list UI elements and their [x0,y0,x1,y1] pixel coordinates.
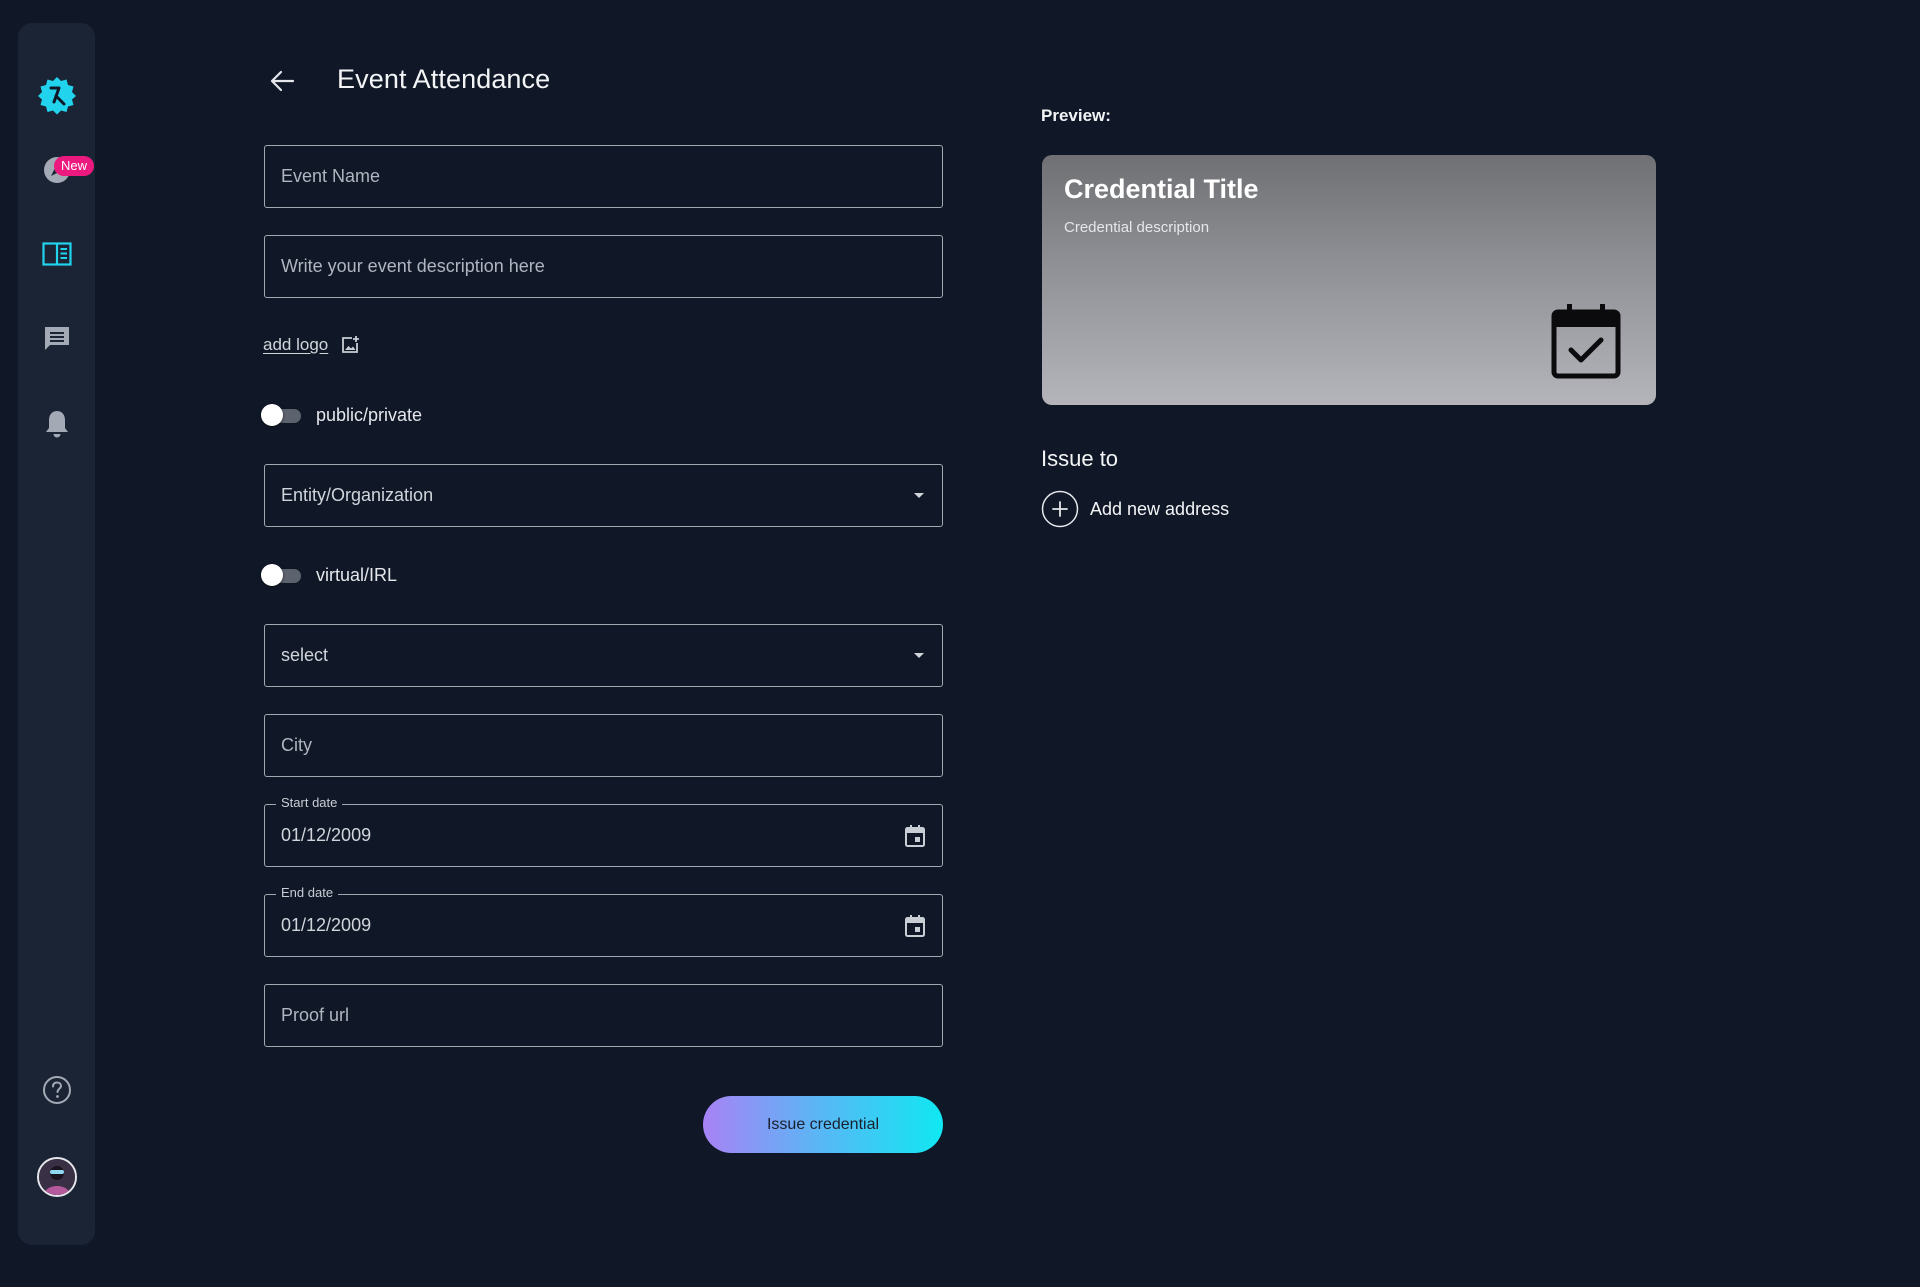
preview-label: Preview: [1041,106,1111,125]
avatar [36,1157,77,1197]
book-icon [41,242,72,266]
city-input[interactable] [281,735,926,756]
sidebar-item-messages[interactable] [18,309,95,369]
card-description: Credential description [1064,219,1210,236]
city-field[interactable] [264,714,943,777]
public-private-toggle[interactable] [261,404,303,426]
toggle-knob [261,564,283,586]
entity-select-value: Entity/Organization [281,485,434,505]
toggle-knob [261,404,283,426]
event-description-input[interactable] [281,256,926,277]
add-address-label: Add new address [1090,498,1230,519]
sidebar-logo[interactable] [18,65,95,125]
back-button[interactable] [263,62,301,100]
new-badge: New [54,156,95,176]
proof-url-field[interactable] [264,984,943,1047]
event-description-field[interactable] [264,235,943,298]
type-select-value: select [281,645,329,665]
add-logo-link[interactable]: add logo [263,335,328,355]
event-type-select[interactable]: select [264,624,943,687]
virtual-irl-toggle-row: virtual/IRL [261,564,397,586]
calendar-icon[interactable] [904,914,926,938]
sidebar-item-explore[interactable]: New [18,140,95,200]
start-date-value: 01/12/2009 [281,825,372,845]
plus-circle-icon [1041,490,1079,528]
public-private-toggle-row: public/private [261,404,422,426]
logo-badge-icon [37,77,76,115]
virtual-irl-toggle[interactable] [261,564,303,586]
calendar-check-icon [1551,304,1621,379]
add-logo[interactable]: add logo [263,335,360,355]
start-date-field[interactable]: Start date 01/12/2009 [264,795,943,867]
event-name-field[interactable] [264,145,943,208]
add-new-address[interactable]: Add new address [1041,490,1229,528]
chat-icon [44,327,69,350]
card-title: Credential Title [1064,174,1259,204]
sidebar-item-credentials[interactable] [18,224,95,284]
entity-organization-select[interactable]: Entity/Organization [264,464,943,527]
help-circle-icon [42,1076,71,1104]
event-name-input[interactable] [281,166,926,187]
chevron-down-icon [914,653,924,658]
virtual-irl-label: virtual/IRL [316,564,398,585]
sidebar-item-notifications[interactable] [18,394,95,454]
sidebar-item-help[interactable] [18,1060,95,1120]
end-date-value: 01/12/2009 [281,915,372,935]
chevron-down-icon [914,493,924,498]
proof-url-input[interactable] [281,1005,926,1026]
page-title: Event Attendance [337,64,551,94]
add-image-icon [342,336,360,353]
public-private-label: public/private [316,404,423,425]
sidebar: New [18,23,95,1245]
arrow-left-icon [270,70,295,92]
issue-credential-button[interactable]: Issue credential [703,1096,943,1153]
sidebar-item-profile[interactable] [18,1147,95,1207]
calendar-icon[interactable] [904,824,926,848]
end-date-field[interactable]: End date 01/12/2009 [264,885,943,957]
end-date-label: End date [276,885,339,901]
credential-preview-card: Credential Title Credential description [1042,155,1656,405]
bell-icon [45,411,68,438]
issue-to-heading: Issue to [1041,446,1119,471]
start-date-label: Start date [276,795,343,811]
